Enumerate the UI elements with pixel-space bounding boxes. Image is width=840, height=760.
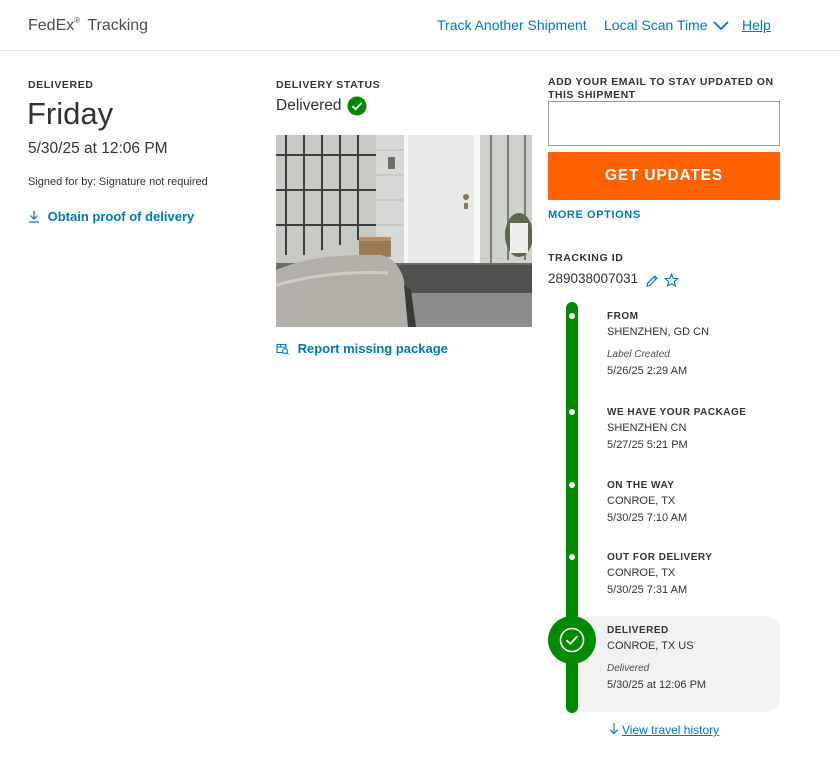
top-header: FedEx® Tracking Track Another Shipment L… [0, 0, 840, 51]
download-icon [29, 211, 39, 223]
event-location: CONROE, TX [607, 495, 676, 507]
timeline-dot [569, 482, 575, 488]
tracking-id-label: TRACKING ID [548, 252, 624, 264]
brand-name: FedEx [28, 17, 75, 34]
page-brand-title: FedEx® Tracking [28, 16, 148, 35]
local-scan-time-label: Local Scan Time [604, 17, 708, 33]
event-title: ON THE WAY [607, 480, 675, 491]
event-time: 5/30/25 at 12:06 PM [607, 679, 707, 691]
event-location: CONROE, TX [607, 567, 676, 579]
help-link[interactable]: Help [742, 17, 771, 33]
tracking-id-value: 289038007031 [548, 271, 639, 286]
timeline-dot [569, 313, 575, 319]
timeline-event-on-the-way: ON THE WAY CONROE, TX 5/30/25 7:10 AM [607, 480, 777, 524]
pencil-icon[interactable] [645, 274, 659, 288]
check-circle-icon [559, 627, 585, 653]
event-location: CONROE, TX US [607, 640, 694, 652]
event-time: 5/27/25 5:21 PM [607, 439, 688, 451]
delivered-label: DELIVERED [28, 79, 94, 91]
event-time: 5/26/25 2:29 AM [607, 365, 688, 377]
delivery-status-label: DELIVERY STATUS [276, 79, 381, 91]
signed-for-text: Signed for by: Signature not required [28, 176, 208, 188]
chevron-down-icon [713, 21, 730, 31]
check-circle-icon [347, 96, 367, 116]
delivery-day: Friday [27, 96, 114, 131]
arrow-down-icon [609, 723, 619, 735]
timeline-dot [569, 554, 575, 560]
local-scan-time-dropdown[interactable]: Local Scan Time [604, 17, 730, 33]
obtain-proof-label: Obtain proof of delivery [47, 209, 195, 224]
package-search-icon [276, 343, 289, 355]
event-note: Label Created [607, 349, 670, 360]
event-title: FROM [607, 311, 639, 322]
delivery-status-value: Delivered [276, 97, 342, 114]
brand-section-title: Tracking [87, 17, 149, 34]
delivered-marker [548, 616, 596, 664]
event-time: 5/30/25 7:31 AM [607, 584, 688, 596]
timeline-event-from: FROM SHENZHEN, GD CN Label Created 5/26/… [607, 311, 777, 377]
timeline-event-delivered: DELIVERED CONROE, TX US Delivered 5/30/2… [607, 625, 777, 691]
event-time: 5/30/25 7:10 AM [607, 512, 688, 524]
obtain-proof-link[interactable]: Obtain proof of delivery [28, 209, 194, 224]
star-icon[interactable] [664, 273, 679, 288]
event-title: WE HAVE YOUR PACKAGE [607, 407, 747, 418]
event-location: SHENZHEN CN [607, 422, 687, 434]
report-missing-label: Report missing package [297, 341, 448, 356]
email-field[interactable] [548, 101, 780, 146]
delivery-photo[interactable] [276, 135, 532, 327]
report-missing-package-link[interactable]: Report missing package [276, 341, 448, 356]
timeline-dot [569, 409, 575, 415]
track-another-shipment-link[interactable]: Track Another Shipment [437, 17, 587, 33]
event-title: DELIVERED [607, 625, 669, 636]
event-location: SHENZHEN, GD CN [607, 326, 710, 338]
brand-registered-mark: ® [74, 16, 81, 25]
view-travel-history-link[interactable]: View travel history [609, 722, 719, 737]
timeline-event-out-for-delivery: OUT FOR DELIVERY CONROE, TX 5/30/25 7:31… [607, 552, 777, 596]
view-travel-history-label: View travel history [622, 723, 720, 737]
email-updates-label: ADD YOUR EMAIL TO STAY UPDATED ON THIS S… [548, 76, 774, 101]
delivery-datetime: 5/30/25 at 12:06 PM [28, 140, 168, 157]
more-options-link[interactable]: MORE OPTIONS [548, 209, 641, 221]
get-updates-button[interactable]: GET UPDATES [548, 152, 780, 200]
timeline-event-picked-up: WE HAVE YOUR PACKAGE SHENZHEN CN 5/27/25… [607, 407, 777, 451]
event-note: Delivered [607, 663, 650, 674]
event-title: OUT FOR DELIVERY [607, 552, 713, 563]
